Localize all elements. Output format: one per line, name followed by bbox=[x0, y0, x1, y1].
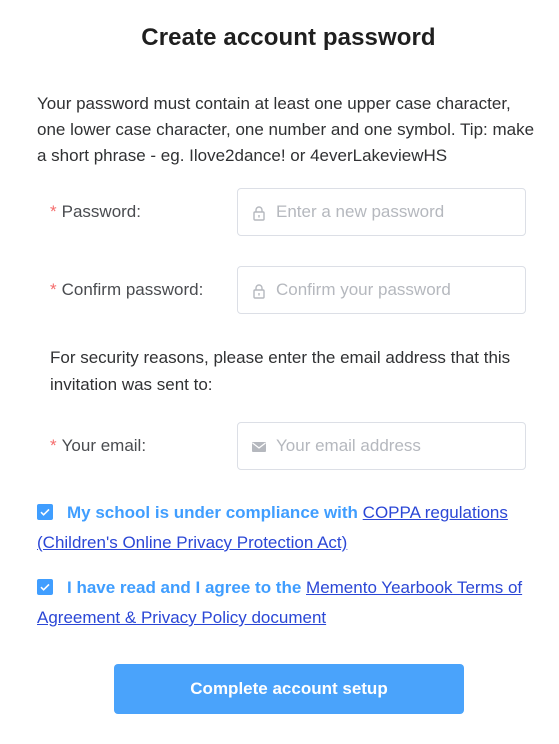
coppa-checkbox[interactable] bbox=[37, 504, 53, 520]
checkmark-icon bbox=[40, 508, 50, 516]
email-input-wrapper[interactable] bbox=[237, 422, 526, 470]
email-label: * Your email: bbox=[50, 436, 146, 456]
coppa-agreement: My school is under compliance with COPPA… bbox=[37, 498, 537, 558]
confirm-password-label-text: Confirm password: bbox=[61, 280, 204, 299]
required-asterisk: * bbox=[50, 436, 57, 455]
terms-agreement: I have read and I agree to the Memento Y… bbox=[37, 573, 537, 633]
password-input-wrapper[interactable] bbox=[237, 188, 526, 236]
coppa-text: My school is under compliance with bbox=[67, 503, 363, 522]
lock-icon bbox=[253, 284, 265, 299]
confirm-password-input-wrapper[interactable] bbox=[237, 266, 526, 314]
email-row: * Your email: bbox=[0, 422, 559, 472]
lock-icon bbox=[253, 206, 265, 221]
required-asterisk: * bbox=[50, 202, 57, 221]
confirm-password-input[interactable] bbox=[276, 267, 516, 313]
required-asterisk: * bbox=[50, 280, 57, 299]
checkmark-icon bbox=[40, 583, 50, 591]
terms-text: I have read and I agree to the bbox=[67, 578, 307, 597]
password-requirements-text: Your password must contain at least one … bbox=[37, 94, 535, 165]
terms-checkbox[interactable] bbox=[37, 579, 53, 595]
confirm-password-row: * Confirm password: bbox=[0, 266, 559, 316]
email-input[interactable] bbox=[276, 423, 516, 469]
password-label-text: Password: bbox=[61, 202, 141, 221]
password-row: * Password: bbox=[0, 188, 559, 238]
complete-account-setup-button[interactable]: Complete account setup bbox=[114, 664, 464, 714]
password-label: * Password: bbox=[50, 202, 141, 222]
envelope-icon bbox=[252, 442, 266, 452]
confirm-password-label: * Confirm password: bbox=[50, 280, 203, 300]
email-label-text: Your email: bbox=[61, 436, 147, 455]
password-input[interactable] bbox=[276, 189, 516, 235]
security-note: For security reasons, please enter the e… bbox=[50, 348, 511, 394]
page-title: Create account password bbox=[141, 24, 436, 51]
